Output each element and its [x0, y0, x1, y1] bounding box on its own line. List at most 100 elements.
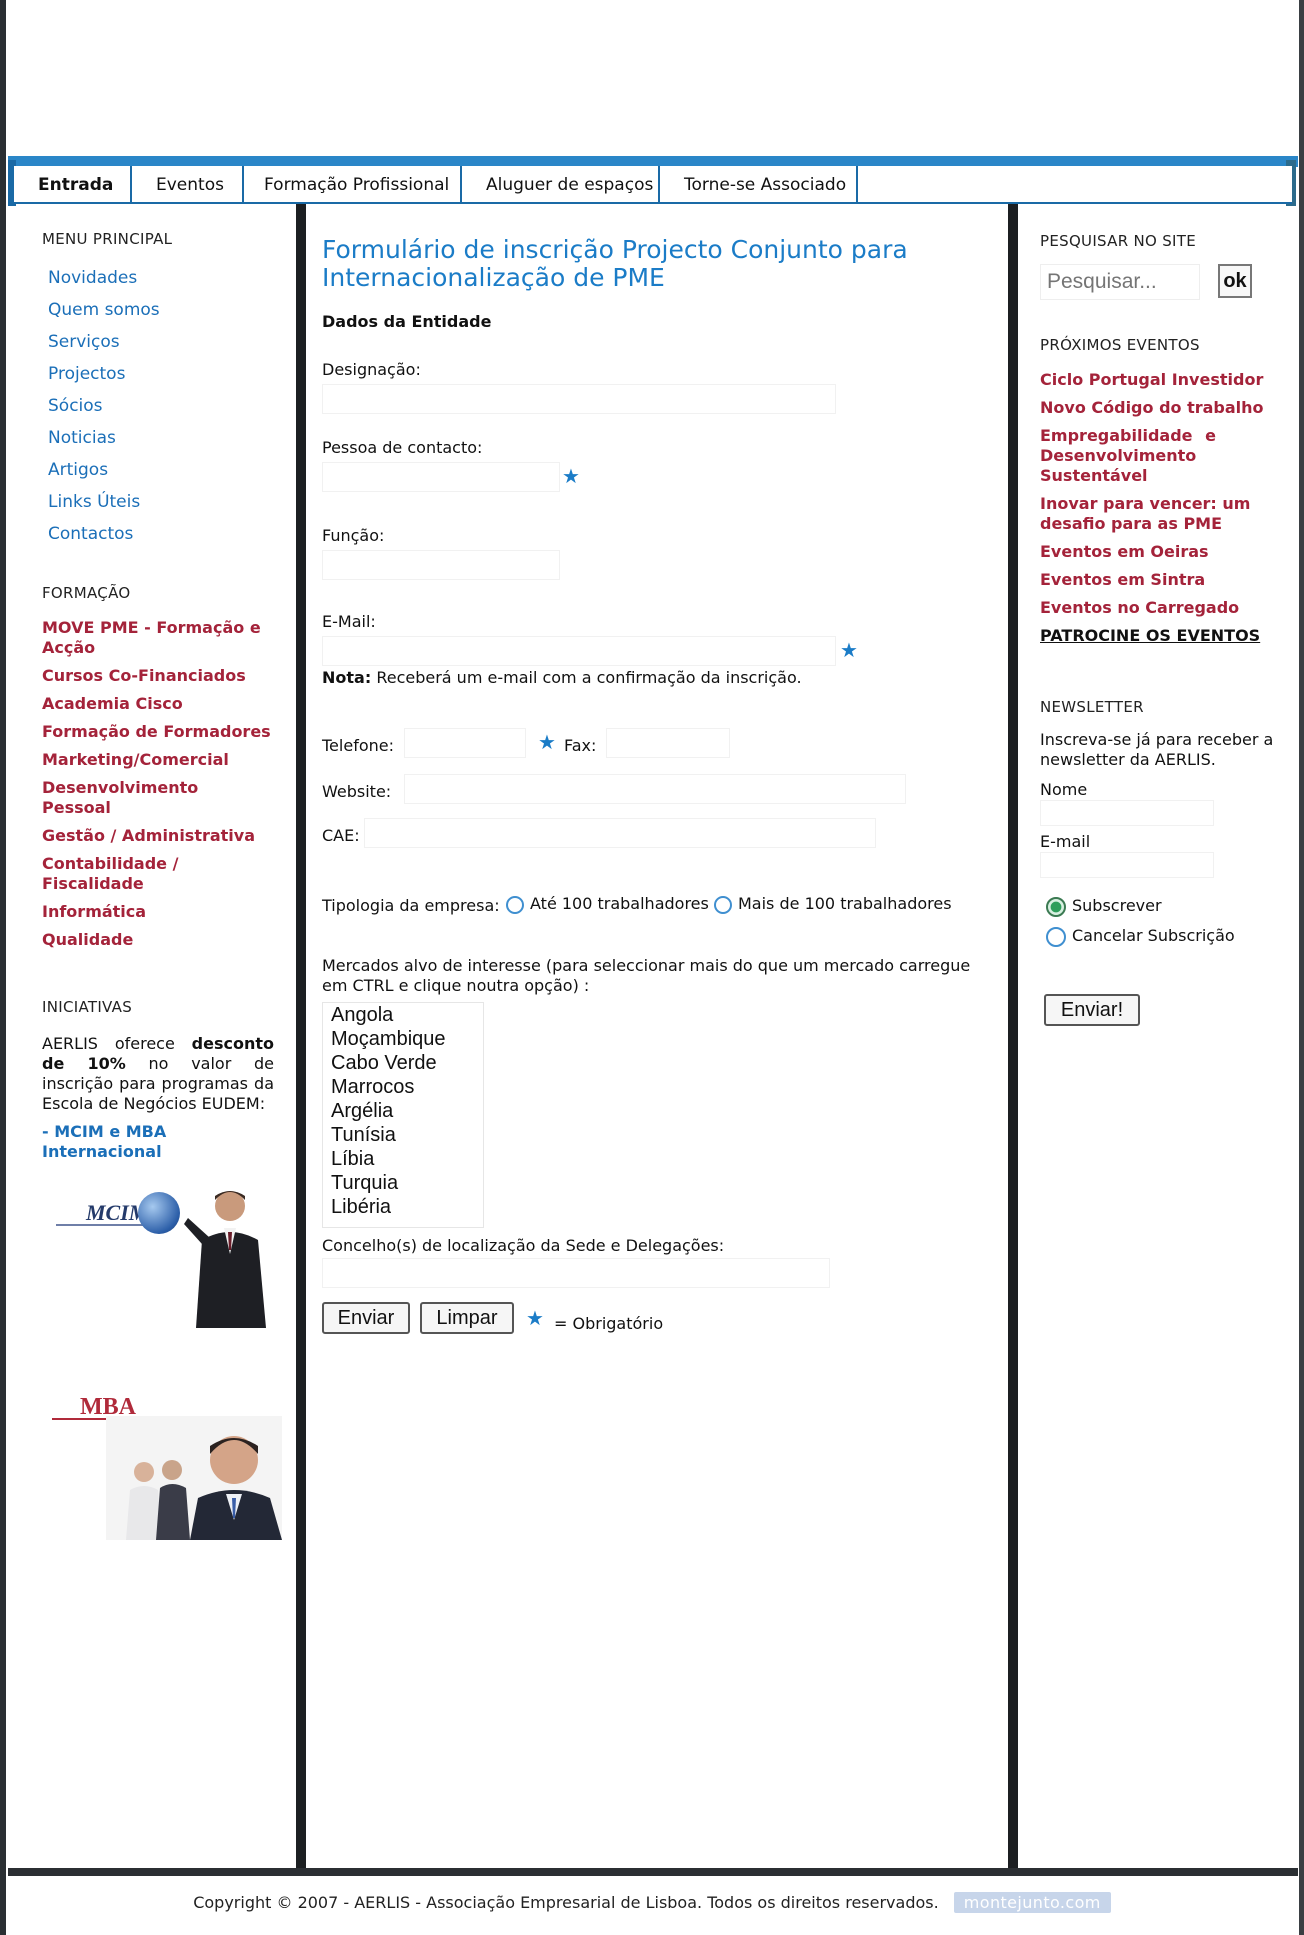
mcim-banner[interactable]: MCIM	[46, 1174, 282, 1330]
page-edge-right	[1299, 0, 1304, 1935]
radio-button[interactable]	[714, 895, 732, 914]
concelho-field[interactable]	[322, 1258, 830, 1288]
businessman-photo	[184, 1191, 266, 1328]
email-note: Nota: Receberá um e-mail com a confirmaç…	[322, 668, 802, 687]
footer-bar	[8, 1868, 1298, 1876]
menu-item-quem-somos[interactable]: Quem somos	[42, 294, 282, 326]
website-label: Website:	[322, 782, 392, 801]
enviar-button[interactable]: Enviar	[322, 1302, 410, 1334]
required-star-icon: ★	[840, 638, 858, 662]
mercado-option[interactable]: Angola	[323, 1003, 483, 1027]
menu-item-socios[interactable]: Sócios	[42, 390, 282, 422]
formacao-item[interactable]: Formação de Formadores	[42, 722, 274, 742]
newsletter-nome-field[interactable]	[1040, 800, 1214, 826]
tipologia-option-mais-100[interactable]: Mais de 100 trabalhadores	[714, 894, 952, 914]
formacao-item[interactable]: Marketing/Comercial	[42, 750, 274, 770]
evento-item[interactable]: Eventos em Sintra	[1040, 570, 1290, 590]
tipologia-label: Tipologia da empresa:	[322, 896, 500, 915]
mercado-option[interactable]: Argélia	[323, 1099, 483, 1123]
mercado-option[interactable]: Cabo Verde	[323, 1051, 483, 1075]
fax-field[interactable]	[606, 728, 730, 758]
email-field[interactable]	[322, 636, 836, 666]
iniciativas-text-part: AERLIS oferece	[42, 1034, 192, 1053]
menu-item-links-uteis[interactable]: Links Úteis	[42, 486, 282, 518]
formacao-item[interactable]: Cursos Co-Financiados	[42, 666, 274, 686]
telefone-label: Telefone:	[322, 736, 394, 755]
montejunto-badge[interactable]: montejunto.com	[953, 1892, 1111, 1913]
page: Entrada Eventos Formação Profissional Al…	[0, 0, 1304, 1935]
patrocine-link[interactable]: PATROCINE OS EVENTOS	[1040, 626, 1290, 646]
nav-eventos[interactable]: Eventos	[132, 166, 244, 204]
formacao-item[interactable]: Informática	[42, 902, 274, 922]
funcao-field[interactable]	[322, 550, 560, 580]
formacao-item[interactable]: Desenvolvimento Pessoal	[42, 778, 198, 818]
search-button[interactable]: ok	[1218, 264, 1252, 298]
search-input[interactable]	[1040, 264, 1200, 300]
menu-item-artigos[interactable]: Artigos	[42, 454, 282, 486]
mercado-option[interactable]: Tunísia	[323, 1123, 483, 1147]
left-sidebar: MENU PRINCIPAL Novidades Quem somos Serv…	[18, 204, 294, 1869]
menu-item-novidades[interactable]: Novidades	[42, 262, 282, 294]
formacao-item[interactable]: MOVE PME - Formação e Acção	[42, 618, 274, 658]
formacao-item[interactable]: Academia Cisco	[42, 694, 274, 714]
evento-item[interactable]: Inovar para vencer: um desafio para as P…	[1040, 494, 1290, 534]
mercados-listbox[interactable]: Angola Moçambique Cabo Verde Marrocos Ar…	[322, 1002, 484, 1228]
formacao-item[interactable]: Contabilidade / Fiscalidade	[42, 854, 182, 894]
tipologia-option-label: Mais de 100 trabalhadores	[738, 894, 952, 913]
menu-item-contactos[interactable]: Contactos	[42, 518, 282, 550]
telefone-field[interactable]	[404, 728, 526, 758]
menu-principal-title: MENU PRINCIPAL	[42, 230, 173, 248]
menu-item-noticias[interactable]: Noticias	[42, 422, 282, 454]
mba-banner[interactable]: MBA	[46, 1376, 282, 1540]
registration-form: Formulário de inscrição Projecto Conjunt…	[306, 204, 1006, 1869]
radio-button-checked[interactable]	[1046, 896, 1066, 917]
formacao-item[interactable]: Gestão / Administrativa	[42, 826, 274, 846]
formacao-menu: MOVE PME - Formação e Acção Cursos Co-Fi…	[42, 618, 274, 958]
newsletter-email-label: E-mail	[1040, 832, 1091, 851]
nav-formacao-profissional[interactable]: Formação Profissional	[244, 166, 462, 204]
pesquisar-title: PESQUISAR NO SITE	[1040, 232, 1196, 250]
newsletter-email-field[interactable]	[1040, 852, 1214, 878]
mercado-option[interactable]: Moçambique	[323, 1027, 483, 1051]
nav-torne-se-associado[interactable]: Torne-se Associado	[660, 166, 858, 204]
subscrever-option[interactable]: Subscrever	[1046, 896, 1162, 917]
mercado-option[interactable]: Líbia	[323, 1147, 483, 1171]
nav-aluguer-espacos[interactable]: Aluguer de espaços	[462, 166, 660, 204]
iniciativas-link[interactable]: - MCIM e MBA Internacional	[42, 1122, 274, 1162]
website-field[interactable]	[404, 774, 906, 804]
fax-label: Fax:	[564, 736, 597, 755]
footer: Copyright © 2007 - AERLIS - Associação E…	[0, 1892, 1304, 1913]
limpar-button[interactable]: Limpar	[420, 1302, 514, 1334]
copyright-text: Copyright © 2007 - AERLIS - Associação E…	[193, 1893, 939, 1912]
mercado-option[interactable]: Turquia	[323, 1171, 483, 1195]
tipologia-option-label: Até 100 trabalhadores	[530, 894, 709, 913]
radio-button[interactable]	[1046, 926, 1066, 947]
cae-field[interactable]	[364, 818, 876, 848]
evento-item[interactable]: Novo Código do trabalho	[1040, 398, 1290, 418]
evento-item[interactable]: Empregabilidade e Desenvolvimento Susten…	[1040, 426, 1216, 486]
pessoa-contacto-field[interactable]	[322, 462, 560, 492]
newsletter-enviar-button[interactable]: Enviar!	[1044, 994, 1140, 1026]
mercado-option[interactable]: Marrocos	[323, 1075, 483, 1099]
funcao-label: Função:	[322, 526, 385, 545]
email-label: E-Mail:	[322, 612, 376, 631]
radio-button[interactable]	[506, 895, 524, 914]
eventos-list: Ciclo Portugal Investidor Novo Código do…	[1040, 370, 1290, 654]
evento-item[interactable]: Eventos em Oeiras	[1040, 542, 1290, 562]
concelho-label: Concelho(s) de localização da Sede e Del…	[322, 1236, 725, 1255]
main-menu: Novidades Quem somos Serviços Projectos …	[42, 262, 282, 550]
menu-item-projectos[interactable]: Projectos	[42, 358, 282, 390]
cancelar-subscricao-option[interactable]: Cancelar Subscrição	[1046, 926, 1235, 947]
formacao-item[interactable]: Qualidade	[42, 930, 274, 950]
menu-item-servicos[interactable]: Serviços	[42, 326, 282, 358]
required-star-icon: ★	[538, 730, 556, 754]
mercado-option[interactable]: Libéria	[323, 1195, 483, 1219]
nav-entrada[interactable]: Entrada	[14, 166, 132, 204]
designacao-field[interactable]	[322, 384, 836, 414]
evento-item[interactable]: Eventos no Carregado	[1040, 598, 1290, 618]
page-edge-left	[0, 0, 6, 1935]
tipologia-option-ate-100[interactable]: Até 100 trabalhadores	[506, 894, 709, 914]
subscrever-label: Subscrever	[1072, 896, 1162, 915]
top-nav: Entrada Eventos Formação Profissional Al…	[14, 166, 1292, 204]
evento-item[interactable]: Ciclo Portugal Investidor	[1040, 370, 1290, 390]
